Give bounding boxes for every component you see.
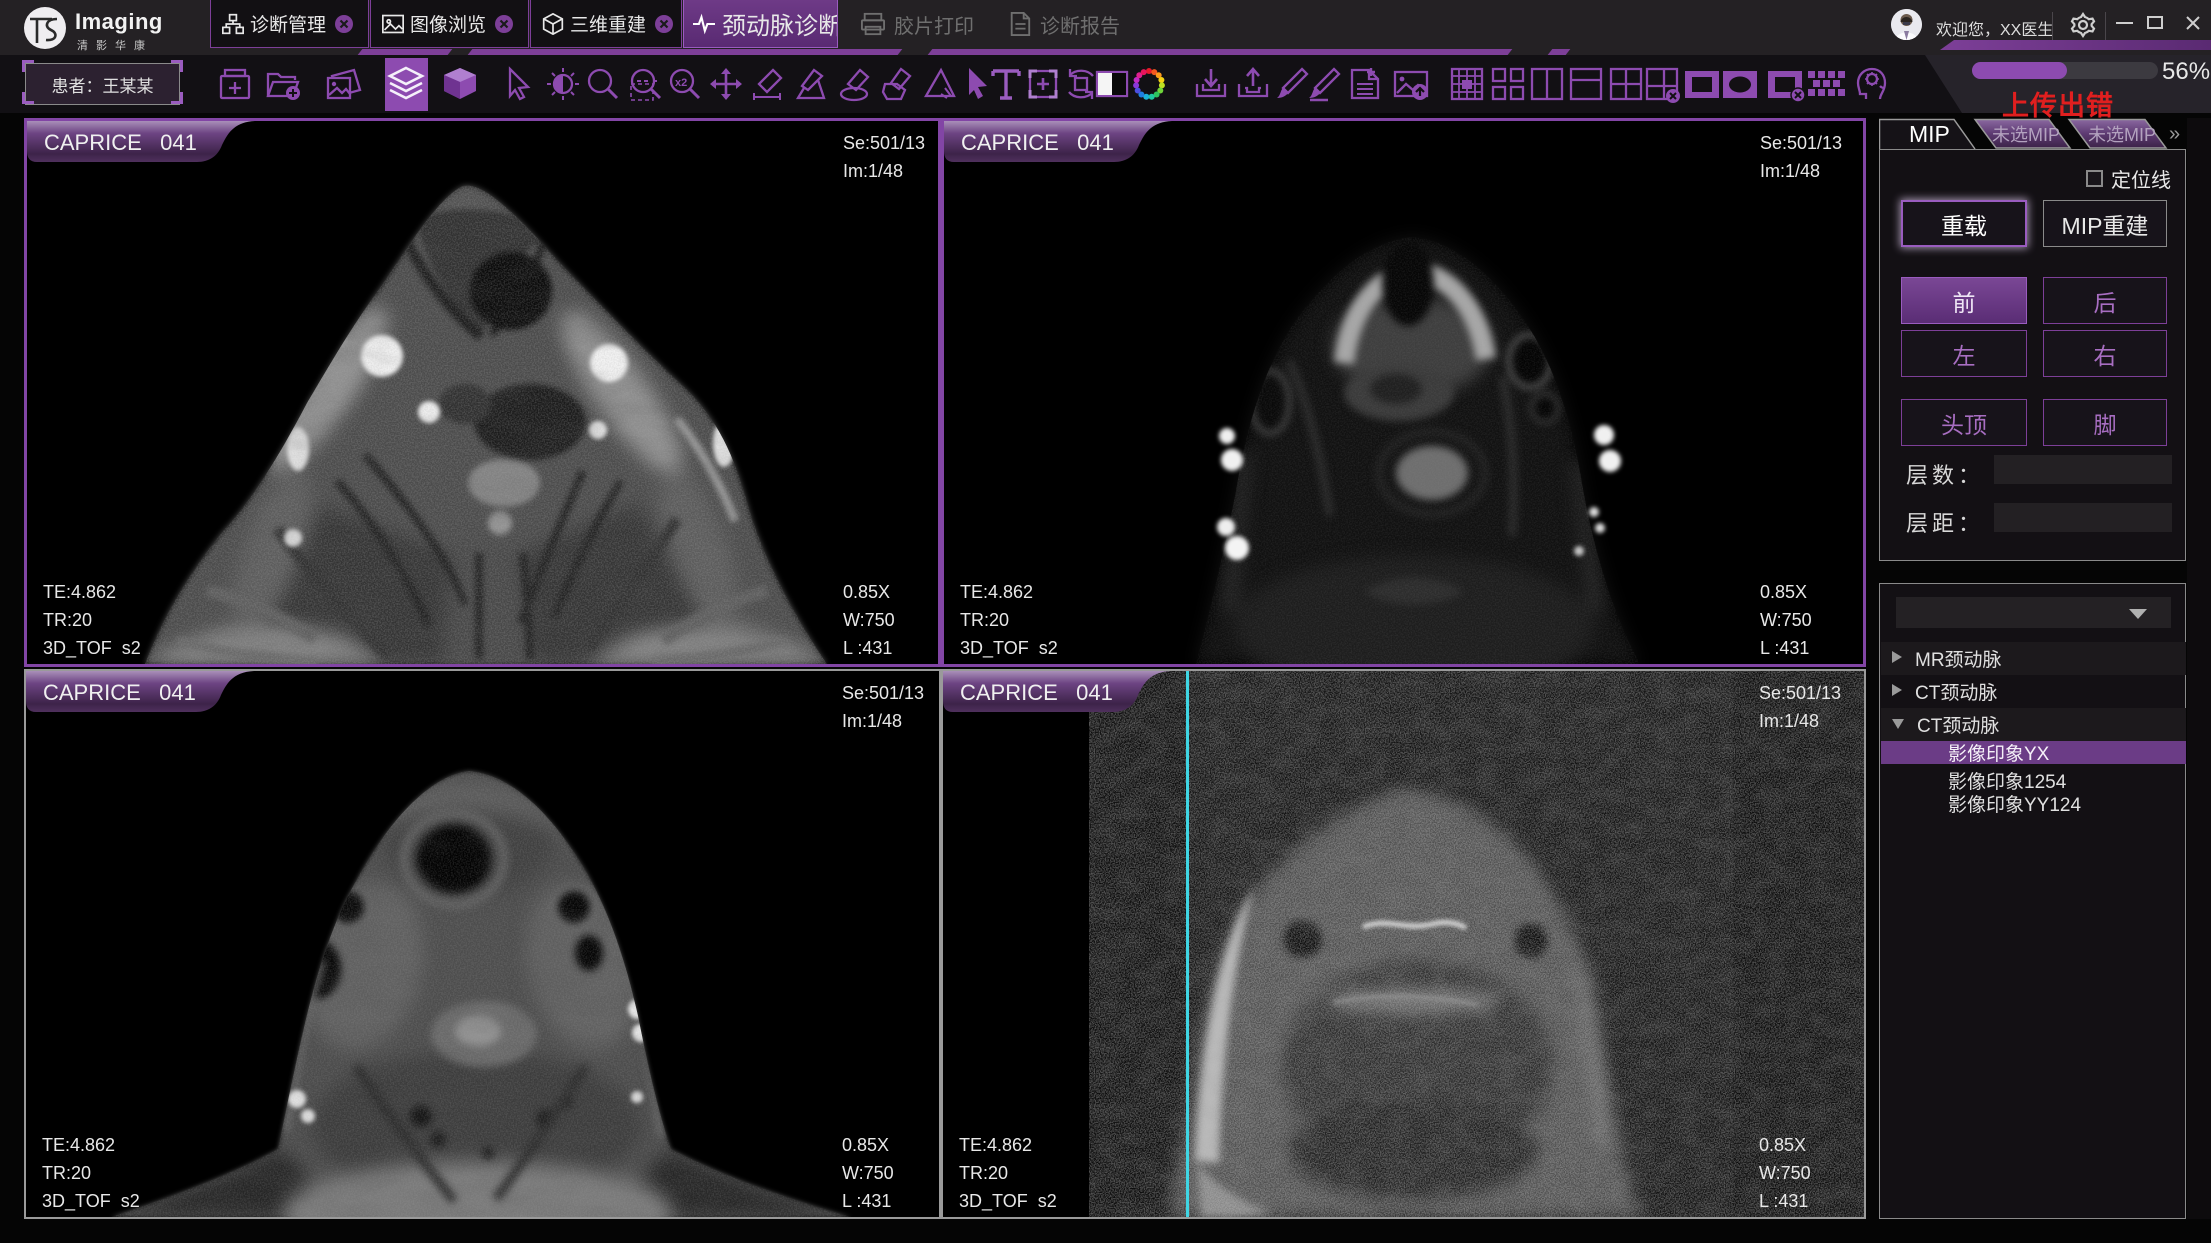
svg-text:»: » [2169,123,2180,145]
svg-text:x2: x2 [675,77,687,89]
svg-text:未选MIP: 未选MIP [1992,125,2060,145]
svg-text:未选MIP: 未选MIP [2088,125,2156,145]
svg-text:MIP: MIP [1909,121,1950,147]
